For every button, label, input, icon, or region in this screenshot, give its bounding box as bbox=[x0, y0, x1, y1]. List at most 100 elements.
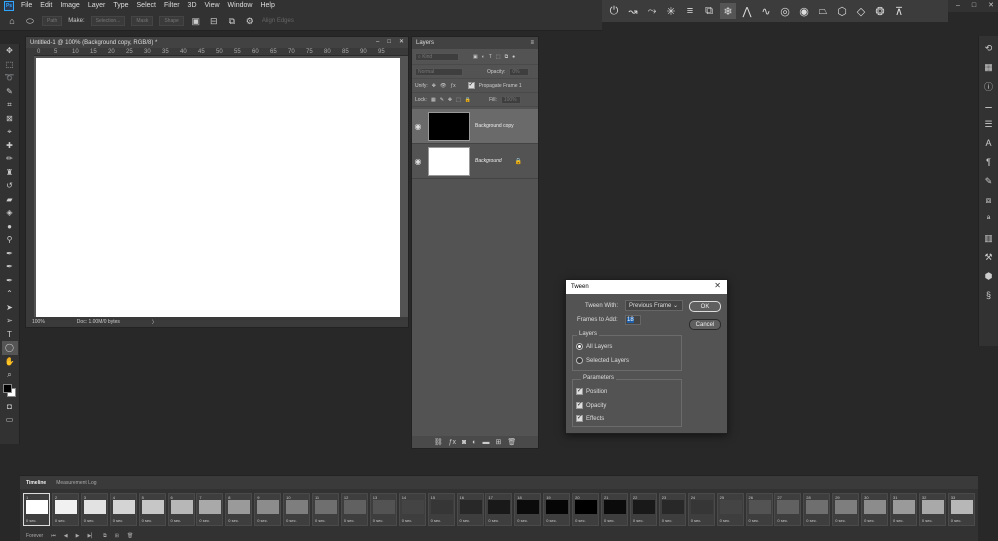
document-canvas[interactable] bbox=[36, 58, 400, 317]
timeline-frame[interactable]: 40 sec. bbox=[109, 493, 137, 526]
ok-button[interactable]: OK bbox=[689, 301, 721, 312]
timeline-frame[interactable]: 28 0 sec. bbox=[803, 493, 831, 526]
menu-type[interactable]: Type bbox=[109, 0, 132, 12]
path-arrangement-icon[interactable]: ⧉ bbox=[226, 15, 238, 27]
timeline-frame[interactable]: 50 sec. bbox=[138, 493, 166, 526]
timeline-frame[interactable]: 22 0 sec. bbox=[629, 493, 657, 526]
lasso-tool-icon[interactable]: ➰ bbox=[2, 71, 18, 85]
timeline-frame[interactable]: 19 0 sec. bbox=[543, 493, 571, 526]
menu-help[interactable]: Help bbox=[256, 0, 278, 12]
snowflake-icon[interactable]: ❄ bbox=[720, 3, 736, 19]
selection-button[interactable]: Selection... bbox=[90, 16, 126, 26]
mask-button[interactable]: Mask bbox=[131, 16, 154, 26]
menu-filter[interactable]: Filter bbox=[160, 0, 184, 12]
frame-delay[interactable]: 0 sec. bbox=[460, 518, 471, 523]
frame-delay[interactable]: 0 sec. bbox=[546, 518, 557, 523]
glyphs-icon[interactable]: ª bbox=[981, 211, 997, 227]
zoom-level[interactable]: 100% bbox=[32, 319, 45, 325]
frame-tool-icon[interactable]: ⊠ bbox=[2, 112, 18, 126]
path-mode-select[interactable]: Path bbox=[42, 16, 63, 26]
path-select-icon[interactable]: ➤ bbox=[2, 301, 18, 315]
adjustment-filter-icon[interactable]: ◐ bbox=[482, 54, 485, 60]
frames-to-add-input[interactable]: 18 bbox=[625, 315, 641, 325]
curve-tool-icon[interactable]: ↝ bbox=[625, 3, 641, 19]
info-icon[interactable]: ⓘ bbox=[981, 78, 997, 94]
pen-tool-icon[interactable]: ✒ bbox=[2, 247, 18, 261]
move-tool-icon[interactable]: ✥ bbox=[2, 44, 18, 58]
position-checkbox[interactable]: ✓ bbox=[576, 388, 583, 395]
panel-menu-icon[interactable]: ≡ bbox=[530, 40, 534, 46]
frame-delay[interactable]: 0 sec. bbox=[835, 518, 846, 523]
marquee-tool-icon[interactable]: ⬚ bbox=[2, 58, 18, 72]
layer-name[interactable]: Background copy bbox=[475, 123, 514, 129]
adjustment-layer-icon[interactable]: ◐ bbox=[472, 439, 476, 446]
frame-delay[interactable]: 0 sec. bbox=[691, 518, 702, 523]
add-mask-icon[interactable]: ◙ bbox=[462, 439, 466, 446]
history-icon[interactable]: ⟲ bbox=[981, 40, 997, 56]
unify-visibility-icon[interactable]: 👁 bbox=[440, 83, 446, 89]
brush-presets-icon[interactable]: ▦ bbox=[981, 59, 997, 75]
menu-window[interactable]: Window bbox=[224, 0, 257, 12]
menu-image[interactable]: Image bbox=[56, 0, 83, 12]
opacity-input[interactable]: 0% bbox=[509, 67, 530, 76]
frame-delay[interactable]: 0 sec. bbox=[575, 518, 586, 523]
zoom-tool-icon[interactable]: ⌕ bbox=[2, 368, 18, 382]
wave-icon[interactable]: ∿ bbox=[758, 3, 774, 19]
ellipse-tool-icon[interactable]: ⬭ bbox=[24, 15, 36, 27]
timeline-frame[interactable]: 13 0 sec. bbox=[369, 493, 397, 526]
timeline-frame[interactable]: 24 0 sec. bbox=[687, 493, 715, 526]
minimize-button[interactable]: – bbox=[956, 0, 960, 12]
libraries-icon[interactable]: ▥ bbox=[981, 230, 997, 246]
paths-icon[interactable]: § bbox=[981, 287, 997, 303]
cancel-button[interactable]: Cancel bbox=[689, 319, 721, 330]
timeline-frame[interactable]: 31 0 sec. bbox=[890, 493, 917, 526]
trapezoid-icon[interactable]: ⏢ bbox=[815, 3, 831, 19]
lock-all-icon[interactable]: 🔒 bbox=[465, 97, 471, 103]
frame-delay[interactable]: 0 sec. bbox=[142, 518, 153, 523]
frame-delay[interactable]: 0 sec. bbox=[257, 518, 268, 523]
blur-tool-icon[interactable]: ● bbox=[2, 220, 18, 234]
align-lines-icon[interactable]: ≡ bbox=[682, 3, 698, 19]
frame-delay[interactable]: 0 sec. bbox=[84, 518, 95, 523]
clone-stamp-icon[interactable]: ♜ bbox=[2, 166, 18, 180]
frame-delay[interactable]: 0 sec. bbox=[344, 518, 355, 523]
lock-position-icon[interactable]: ✥ bbox=[448, 97, 452, 103]
timeline-frame[interactable]: 33 0 sec. bbox=[947, 493, 975, 526]
frame-delay[interactable]: 0 sec. bbox=[113, 518, 124, 523]
lock-artboard-icon[interactable]: ⬚ bbox=[456, 97, 461, 103]
frame-delay[interactable]: 0 sec. bbox=[373, 518, 384, 523]
effects-checkbox[interactable]: ✓ bbox=[576, 415, 583, 422]
paint-bucket-icon[interactable]: ◈ bbox=[2, 206, 18, 220]
adjustments-icon[interactable]: ⚊ bbox=[981, 97, 997, 113]
menu-edit[interactable]: Edit bbox=[36, 0, 56, 12]
first-frame-icon[interactable]: ⏮ bbox=[51, 533, 56, 539]
new-layer-icon[interactable]: ⊞ bbox=[496, 438, 502, 446]
character-icon[interactable]: A bbox=[981, 135, 997, 151]
menu-select[interactable]: Select bbox=[133, 0, 160, 12]
timeline-frame[interactable]: 30 0 sec. bbox=[861, 493, 889, 526]
effects-option[interactable]: ✓ Effects bbox=[576, 415, 604, 422]
circle-pattern-icon[interactable]: ❂ bbox=[872, 3, 888, 19]
timeline-frame[interactable]: 60 sec. bbox=[167, 493, 195, 526]
eraser-tool-icon[interactable]: ▰ bbox=[2, 193, 18, 207]
foreground-color-swatch[interactable] bbox=[2, 383, 12, 393]
doc-maximize-button[interactable]: □ bbox=[387, 37, 391, 48]
close-icon[interactable]: ✕ bbox=[714, 281, 721, 290]
frame-delay[interactable]: 0 sec. bbox=[633, 518, 644, 523]
home-icon[interactable]: ⌂ bbox=[6, 15, 18, 27]
frame-delay[interactable]: 0 sec. bbox=[431, 518, 442, 523]
visibility-eye-icon[interactable]: ◉ bbox=[412, 122, 424, 131]
timeline-frame[interactable]: 14 0 sec. bbox=[398, 493, 426, 526]
crop-tool-icon[interactable]: ⌗ bbox=[2, 98, 18, 112]
new-group-icon[interactable]: ▬ bbox=[483, 439, 490, 446]
lock-image-icon[interactable]: ✎ bbox=[440, 97, 444, 103]
selected-layers-radio[interactable] bbox=[576, 357, 583, 364]
layer-background[interactable]: ◉ Background 🔒 bbox=[412, 144, 538, 179]
path-operations-icon[interactable]: ▣ bbox=[190, 15, 202, 27]
eyedropper-tool-icon[interactable]: ⌖ bbox=[2, 125, 18, 139]
timeline-frame[interactable]: 18 0 sec. bbox=[514, 493, 542, 526]
quick-select-tool-icon[interactable]: ✎ bbox=[2, 85, 18, 99]
opacity-option[interactable]: ✓ Opacity bbox=[576, 402, 606, 409]
unify-style-icon[interactable]: ƒx bbox=[450, 83, 455, 89]
frame-delay[interactable]: 0 sec. bbox=[604, 518, 615, 523]
